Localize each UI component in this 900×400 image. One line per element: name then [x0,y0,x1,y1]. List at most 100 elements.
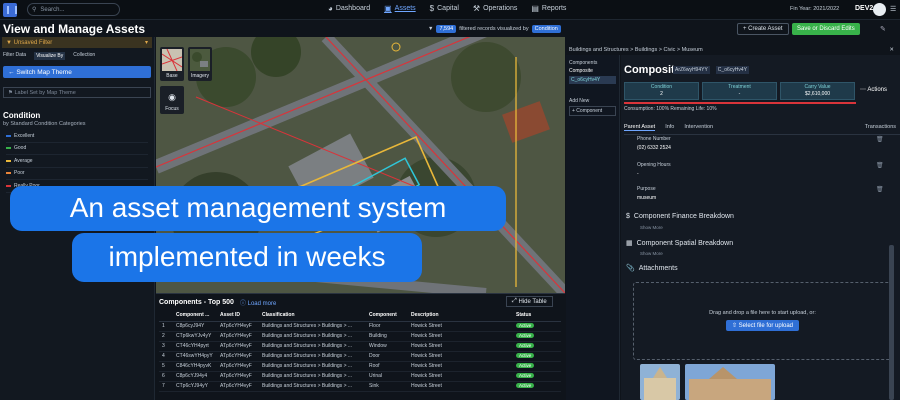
swatch [6,172,11,175]
filter-icon: ▼ [428,26,434,32]
nav-dashboard[interactable]: ◕ Dashboard [328,4,370,13]
phone-field: Phone Number (02) 6332 2524 [637,136,671,151]
trash-icon[interactable]: 🗑 [876,186,884,193]
main-nav: ◕ Dashboard ▣ Assets $ Capital ⚒ Operations … [328,4,566,13]
tab-transactions[interactable]: Transactions [865,124,896,131]
base-map-thumbnail [162,49,182,71]
nav-capital[interactable]: $ Capital [430,4,459,13]
promo-caption-line2: implemented in weeks [72,233,422,282]
fin-year[interactable]: Fin Year: 2021/2022 [790,6,839,12]
legend-item[interactable]: Average [6,155,148,168]
wrench-icon: ⚒ [472,4,481,13]
tree-node-selected[interactable]: C_o6cyHv4Y [569,76,616,84]
nav-assets[interactable]: ▣ Assets [384,4,416,13]
table-row[interactable]: 3 CT46cYH4pyrt ATp6cYH4vyF Buildings and St… [159,341,561,352]
asset-id[interactable]: ArZ6wyH94YY [673,66,710,74]
left-tabs: Filter Data Visualize By Collection [0,48,154,64]
attachments-section[interactable]: 📎 Attachments [626,264,678,273]
add-component-button[interactable]: + Component [569,106,616,116]
consumption-fill [624,102,856,104]
attachment-thumbnail[interactable] [640,364,680,400]
create-asset-button[interactable]: + Create Asset [737,23,789,35]
eye-off-icon: ◉ [168,92,176,102]
treatment-card[interactable]: Treatment - [702,82,777,100]
table-row[interactable]: 6 C8p6cYJ94y4 ATp6cYH4vyF Buildings and Str… [159,371,561,382]
base-layer-button[interactable]: Base [160,47,184,81]
paperclip-icon: 📎 [626,265,635,272]
promo-caption-line1: An asset management system [10,186,506,231]
status-badge: Active [516,353,535,358]
close-icon[interactable]: ✕ [889,47,894,53]
tab-visualize-by[interactable]: Visualize By [34,52,66,60]
legend-item[interactable]: Excellent [6,130,148,143]
tab-parent-asset[interactable]: Parent Asset [624,124,656,131]
filtered-count: 7,594 [436,25,457,33]
status-badge: Active [516,343,535,348]
grid-icon: ▦ [626,240,633,247]
finance-section[interactable]: $ Component Finance Breakdown [626,213,734,220]
component-tree: Components Composite C_o6cyHv4Y Add New … [566,55,620,400]
spatial-section[interactable]: ▦ Component Spatial Breakdown [626,239,733,248]
carry-value-card[interactable]: Carry Value $2,610,000 [780,82,855,100]
tab-collection[interactable]: Collection [73,52,95,60]
components-table: Component ... Asset ID Classification Co… [159,310,561,392]
legend-item[interactable]: Poor [6,168,148,180]
filtered-records: ▼ 7,594 filtered records visualized by C… [428,25,561,33]
actions-menu[interactable]: ⋯ Actions [860,86,887,93]
tab-filter-data[interactable]: Filter Data [3,52,26,60]
imagery-thumbnail [190,49,210,71]
scrollbar[interactable] [889,245,894,400]
nav-reports[interactable]: ▤ Reports [531,4,566,13]
menu-icon[interactable]: ☰ [890,5,896,13]
search-input[interactable]: ⚲ Search... [27,3,120,16]
avatar[interactable] [873,3,886,16]
status-badge: Active [516,383,535,388]
table-row[interactable]: 1 C8p6cyJ94Y ATp6cYH4vyF Buildings and Stru… [159,321,561,332]
edit-icon[interactable]: ✎ [880,25,886,33]
select-file-button[interactable]: ⇧ Select file for upload [725,320,800,331]
app-logo[interactable] [3,2,17,17]
condition-card[interactable]: Condition 2 [624,82,699,100]
consumption-text: Consumption: 100% Remaining Life: 10% [624,106,717,112]
tab-info[interactable]: Info [665,124,674,131]
file-dropzone[interactable]: Drag and drop a file here to start uploa… [633,282,892,360]
breadcrumb: Buildings and Structures > Buildings > C… [569,46,894,53]
table-row[interactable]: 7 CTp6cYJ94yY ATp6cYH4vyF Buildings and Str… [159,381,561,392]
trash-icon[interactable]: 🗑 [876,136,884,143]
status-badge: Active [516,333,535,338]
legend-item[interactable]: Good [6,143,148,155]
detail-ids: ArZ6wyH94YY C_o6cyHv4Y [673,66,749,74]
imagery-layer-button[interactable]: Imagery [188,47,212,81]
table-row[interactable]: 4 CT46swYH4pyY ATp6cYH4vyF Buildings and St… [159,351,561,362]
filtered-by-badge[interactable]: Condition [531,25,561,33]
condition-subtitle: by Standard Condition Categories [3,121,86,127]
components-table-panel: Components - Top 500 ⓘ Load more ⤢ Hide … [156,293,565,400]
assets-icon: ▣ [384,4,392,13]
status-badge: Active [516,323,535,328]
tab-intervention[interactable]: Intervention [684,124,713,131]
tree-node[interactable]: Composite [569,68,616,74]
save-discard-button[interactable]: Save or Discard Edits [792,23,860,35]
show-more-link[interactable]: Show More [640,225,663,230]
status-badge: Active [516,363,535,368]
table-header-row: Component ... Asset ID Classification Co… [159,310,561,322]
trash-icon[interactable]: 🗑 [876,162,884,169]
filter-icon: ▼ [6,39,14,46]
label-set-select[interactable]: ⚑ Label Set by Map Theme [3,87,151,98]
status-badge: Active [516,373,535,378]
opening-hours-field: Opening Hours - [637,162,671,177]
info-icon: ⓘ [239,300,248,307]
component-id[interactable]: C_o6cyHv4Y [715,66,749,74]
unsaved-filter[interactable]: ▼ Unsaved Filter ▾ [2,37,152,48]
hide-table-button[interactable]: ⤢ Hide Table [506,296,553,307]
show-more-link[interactable]: Show More [640,251,663,256]
switch-map-theme-button[interactable]: ← Switch Map Theme [3,66,151,78]
table-row[interactable]: 2 CTp6kwYJv4yY ATp6cYH4vyF Buildings and St… [159,331,561,342]
nav-operations[interactable]: ⚒ Operations [473,4,517,13]
focus-button[interactable]: ◉ Focus [160,86,184,114]
table-row[interactable]: 5 C846cYH4pyvK ATp6cYH4vyF Buildings and St… [159,361,561,372]
map-layer-buttons: Base Imagery [160,47,212,81]
attachment-thumbnail[interactable] [685,364,775,400]
load-more-link[interactable]: ⓘ Load more [240,298,276,307]
search-icon: ⚲ [32,7,37,13]
